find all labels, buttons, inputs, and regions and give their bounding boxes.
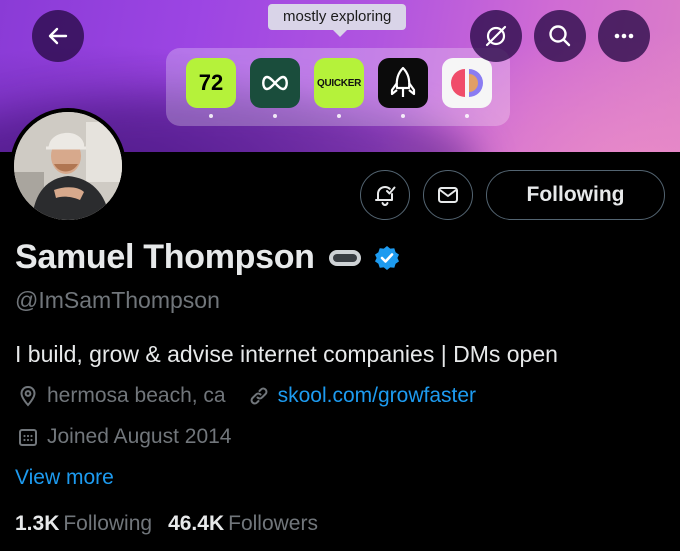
- following-stat[interactable]: 1.3K Following: [15, 512, 152, 536]
- search-icon: [549, 25, 571, 47]
- followers-count: 46.4K: [168, 512, 225, 535]
- joined-text: Joined August 2014: [47, 425, 232, 448]
- avatar-photo: [14, 112, 122, 220]
- website-link[interactable]: skool.com/growfaster: [248, 384, 476, 408]
- person-photo-icon: [14, 112, 122, 220]
- rocket-icon: [390, 66, 416, 97]
- following-count: 1.3K: [15, 512, 60, 535]
- pie-app[interactable]: [442, 58, 492, 108]
- location-text: hermosa beach, ca: [47, 384, 226, 407]
- verified-badge-icon[interactable]: [373, 244, 401, 272]
- profile-meta-row: hermosa beach, ca skool.com/growfaster: [17, 384, 476, 408]
- display-name: Samuel Thompson: [15, 238, 315, 276]
- calendar-icon: [19, 429, 37, 446]
- app-indicator-dot: [465, 114, 469, 118]
- no-sync-button[interactable]: [470, 10, 522, 62]
- follow-stats: 1.3K Following 46.4K Followers: [15, 512, 334, 536]
- app-indicator-dot: [209, 114, 213, 118]
- infinity-app[interactable]: [250, 58, 300, 108]
- followers-label: Followers: [228, 512, 318, 535]
- no-sync-icon: [485, 25, 507, 47]
- name-row: Samuel Thompson: [15, 238, 401, 277]
- back-arrow-icon: [48, 27, 68, 45]
- tooltip-arrow: [332, 29, 348, 37]
- location-pin-icon: [20, 385, 36, 407]
- search-button[interactable]: [534, 10, 586, 62]
- app-indicator-dot: [273, 114, 277, 118]
- envelope-icon: [438, 187, 458, 203]
- view-more-link[interactable]: View more: [15, 466, 114, 490]
- app-dock: 72 QUICKER: [166, 48, 510, 126]
- status-tooltip: mostly exploring: [268, 4, 407, 30]
- profile-bio: I build, grow & advise internet companie…: [15, 341, 558, 367]
- joined-date: Joined August 2014: [17, 425, 232, 449]
- rocket-app[interactable]: [378, 58, 428, 108]
- quicker-app[interactable]: QUICKER: [314, 58, 364, 108]
- app-indicator-dot: [337, 114, 341, 118]
- app-72-label: 72: [198, 70, 224, 95]
- goggles-icon: [327, 247, 363, 269]
- app-72[interactable]: 72: [186, 58, 236, 108]
- app-indicator-dot: [401, 114, 405, 118]
- bell-check-icon: [375, 185, 396, 207]
- link-icon: [250, 387, 268, 405]
- website-link-text[interactable]: skool.com/growfaster: [278, 384, 476, 408]
- following-label: Following: [63, 512, 153, 535]
- location: hermosa beach, ca: [17, 384, 226, 408]
- followers-stat[interactable]: 46.4K Followers: [168, 512, 318, 536]
- more-icon: [614, 33, 634, 39]
- following-button[interactable]: Following: [486, 170, 665, 220]
- avatar[interactable]: [10, 108, 126, 224]
- notifications-button[interactable]: [360, 170, 410, 220]
- split-circle-icon: [451, 69, 483, 97]
- joined-row: Joined August 2014: [17, 425, 232, 449]
- more-button[interactable]: [598, 10, 650, 62]
- infinity-icon: [262, 75, 288, 91]
- message-button[interactable]: [423, 170, 473, 220]
- user-handle: @ImSamThompson: [15, 287, 220, 313]
- back-button[interactable]: [32, 10, 84, 62]
- quicker-app-label: QUICKER: [316, 77, 361, 89]
